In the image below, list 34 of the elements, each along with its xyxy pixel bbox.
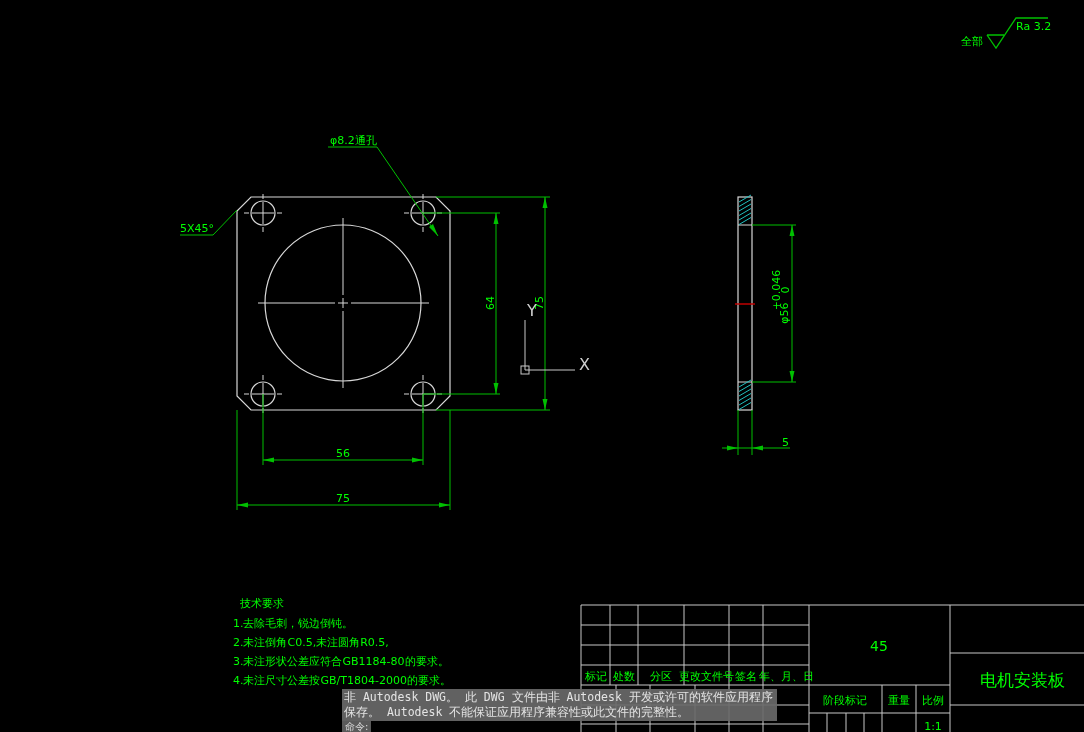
tolerance-text: 0 [779,286,792,294]
roughness-label: 全部 [961,35,983,48]
chamfer-note: 5X45° [180,222,215,235]
column-header: 处数 [613,670,635,683]
axis-label: X [579,355,590,374]
column-header: 更改文件号 [679,670,734,683]
requirement-item: 1.去除毛刺，锐边倒钝。 [233,617,354,630]
column-header: 分区 [650,670,672,683]
notice-tooltip: 非 Autodesk DWG。 此 DWG 文件由非 Autodesk 开发或许可的软件应用程序 保存。 Autodesk 不能保证应用程序兼容性或此文件的完整性。 [342,689,777,721]
roughness-value: Ra 3.2 [1016,20,1052,33]
dimension-line [721,409,791,456]
requirement-item: 2.未注倒角C0.5,未注圆角R0.5, [233,636,389,649]
ucs-axes-icon [520,319,576,375]
roughness-symbol [986,17,1049,50]
requirements-title: 技术要求 [240,597,284,610]
axis-label: Y [527,301,537,320]
scale-value: 1:1 [924,720,942,732]
column-header: 重量 [888,694,910,707]
dimension-text: 64 [484,296,497,310]
leader-line [179,209,238,236]
dimension-text: 75 [336,492,350,505]
requirement-item: 4.未注尺寸公差按GB/T1804-2000的要求。 [233,674,451,687]
column-header: 签名 [735,670,757,683]
material-value: 45 [870,638,888,654]
dimension-text: 5 [782,436,789,449]
command-prompt[interactable]: 命令: [342,721,372,732]
part-name: 电机安装板 [979,670,1065,690]
dimension-text: 56 [336,447,350,460]
column-header: 年、月、日 [758,670,814,683]
column-header: 标记 [584,670,607,683]
column-header: 比例 [922,694,944,707]
requirement-item: 3.未注形状公差应符合GB1184-80的要求。 [233,655,449,668]
hole-note: φ8.2通孔 [330,134,377,147]
column-header: 阶段标记 [823,694,867,707]
